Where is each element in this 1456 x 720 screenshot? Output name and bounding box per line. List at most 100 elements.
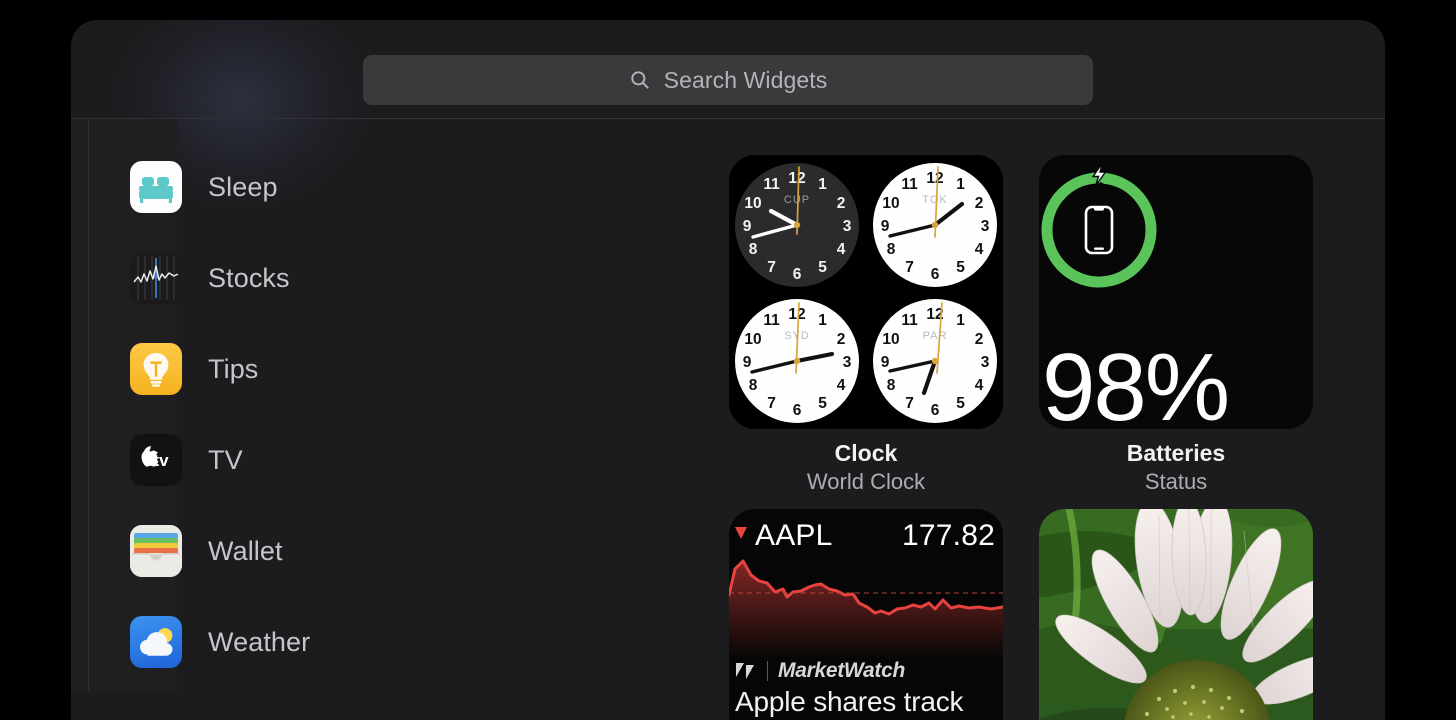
sidebar-item-label: Sleep: [208, 171, 278, 202]
svg-text:8: 8: [749, 241, 758, 258]
clock-face-cup: 12 12 345 678 91011 CUP: [735, 163, 859, 287]
svg-text:3: 3: [843, 354, 852, 371]
weather-app-icon: [130, 616, 182, 668]
svg-text:6: 6: [931, 266, 940, 283]
search-placeholder-text: Search Widgets: [663, 66, 828, 93]
widget-card-batteries[interactable]: 98% Batteries Status: [1039, 155, 1313, 494]
svg-text:1: 1: [956, 176, 965, 193]
sidebar-item-label: Weather: [208, 626, 311, 657]
source-separator: [767, 661, 768, 681]
svg-text:11: 11: [763, 176, 780, 193]
widget-gallery-window: Search Widgets Sleep Stocks Tips tv TV W…: [71, 20, 1385, 720]
svg-text:5: 5: [818, 395, 827, 412]
svg-text:9: 9: [881, 354, 890, 371]
svg-text:3: 3: [981, 218, 990, 235]
svg-text:12: 12: [788, 170, 805, 187]
tv-app-icon: tv: [130, 434, 182, 486]
batteries-widget-preview[interactable]: 98%: [1039, 155, 1313, 429]
svg-text:8: 8: [887, 241, 896, 258]
svg-text:10: 10: [882, 195, 899, 212]
svg-text:6: 6: [931, 402, 940, 419]
widget-caption: Batteries Status: [1039, 441, 1313, 494]
svg-text:2: 2: [837, 331, 846, 348]
sidebar-item-sleep[interactable]: Sleep: [130, 155, 550, 219]
sidebar-item-label: Stocks: [208, 262, 290, 293]
widget-title: Clock: [834, 440, 898, 466]
clock-widget-preview[interactable]: 12 1 2 345 678 9 10 11 CUP 12 1 2 3 4 5 …: [729, 155, 1003, 429]
svg-text:4: 4: [837, 241, 846, 258]
widget-card-clock[interactable]: 12 1 2 345 678 9 10 11 CUP 12 1 2 3 4 5 …: [729, 155, 1003, 494]
svg-text:3: 3: [981, 354, 990, 371]
svg-text:4: 4: [975, 377, 984, 394]
svg-text:9: 9: [743, 354, 752, 371]
svg-text:11: 11: [763, 312, 780, 329]
svg-text:10: 10: [744, 331, 761, 348]
marketwatch-logo-icon: [735, 661, 757, 681]
svg-text:9: 9: [743, 218, 752, 235]
svg-text:6: 6: [793, 402, 802, 419]
photo-coneflower: [1039, 509, 1313, 720]
svg-text:12: 12: [788, 306, 805, 323]
svg-text:6: 6: [793, 266, 802, 283]
widget-caption: Clock World Clock: [729, 441, 1003, 494]
stocks-app-icon: [130, 252, 182, 304]
sleep-app-icon: [130, 161, 182, 213]
stock-headline: Apple shares track: [735, 686, 964, 717]
svg-text:4: 4: [975, 241, 984, 258]
sidebar-item-weather[interactable]: Weather: [130, 610, 550, 674]
svg-text:1: 1: [818, 312, 827, 329]
svg-text:4: 4: [837, 377, 846, 394]
svg-text:TOK: TOK: [922, 194, 947, 206]
svg-text:1: 1: [956, 312, 965, 329]
sidebar-item-tips[interactable]: Tips: [130, 337, 550, 401]
widget-subtitle: Status: [1144, 468, 1208, 494]
svg-text:12: 12: [926, 170, 943, 187]
stocks-widget-preview[interactable]: AAPL 177.82 MarketWatch Apple shares tra…: [729, 509, 1003, 720]
svg-text:3: 3: [843, 218, 852, 235]
sidebar-item-tv[interactable]: tv TV: [130, 428, 550, 492]
tips-app-icon: [130, 343, 182, 395]
sidebar-item-stocks[interactable]: Stocks: [130, 246, 550, 310]
svg-text:10: 10: [744, 195, 761, 212]
svg-text:11: 11: [901, 312, 918, 329]
stock-price: 177.82: [902, 519, 995, 552]
svg-text:2: 2: [975, 331, 984, 348]
sidebar-item-label: TV: [208, 444, 243, 475]
battery-percent-value: 98%: [1042, 334, 1230, 429]
svg-text:8: 8: [887, 377, 896, 394]
clock-face-par: 12 12 345 678 91011 PAR: [873, 299, 997, 423]
widget-card-photos[interactable]: [1039, 509, 1313, 720]
sidebar-item-label: Tips: [208, 353, 259, 384]
svg-text:PAR: PAR: [923, 330, 948, 342]
svg-text:7: 7: [767, 259, 776, 276]
svg-text:10: 10: [882, 331, 899, 348]
svg-text:CUP: CUP: [784, 194, 810, 206]
stock-source-name: MarketWatch: [778, 659, 906, 682]
svg-text:7: 7: [905, 395, 914, 412]
svg-text:2: 2: [837, 195, 846, 212]
stock-source-row: MarketWatch: [735, 659, 905, 683]
clock-face-syd: 1212 345 678 91011 SYD: [735, 299, 859, 423]
widget-title: Batteries: [1126, 440, 1226, 466]
sidebar-item-label: Wallet: [208, 535, 283, 566]
svg-text:1: 1: [818, 176, 827, 193]
svg-text:5: 5: [956, 395, 965, 412]
search-icon: [629, 69, 651, 91]
svg-text:11: 11: [901, 176, 918, 193]
clock-face-tok: 12 12 345 678 91011 TOK: [873, 163, 997, 287]
search-input[interactable]: Search Widgets: [363, 55, 1093, 105]
svg-text:2: 2: [975, 195, 984, 212]
svg-text:8: 8: [749, 377, 758, 394]
wallet-app-icon: [130, 525, 182, 577]
sidebar-app-list: Sleep Stocks Tips tv TV Wallet Weather: [71, 119, 631, 692]
svg-text:7: 7: [905, 259, 914, 276]
widget-subtitle: World Clock: [806, 468, 926, 494]
stock-header-row: AAPL 177.82: [729, 517, 1003, 555]
stock-symbol: AAPL: [755, 519, 833, 552]
widget-gallery-grid: 12 1 2 345 678 9 10 11 CUP 12 1 2 3 4 5 …: [631, 119, 1385, 720]
widget-card-stocks[interactable]: AAPL 177.82 MarketWatch Apple shares tra…: [729, 509, 1003, 720]
sidebar-item-wallet[interactable]: Wallet: [130, 519, 550, 583]
svg-text:tv: tv: [153, 451, 169, 470]
photos-widget-preview[interactable]: [1039, 509, 1313, 720]
stock-sparkline-chart: [729, 559, 1003, 659]
